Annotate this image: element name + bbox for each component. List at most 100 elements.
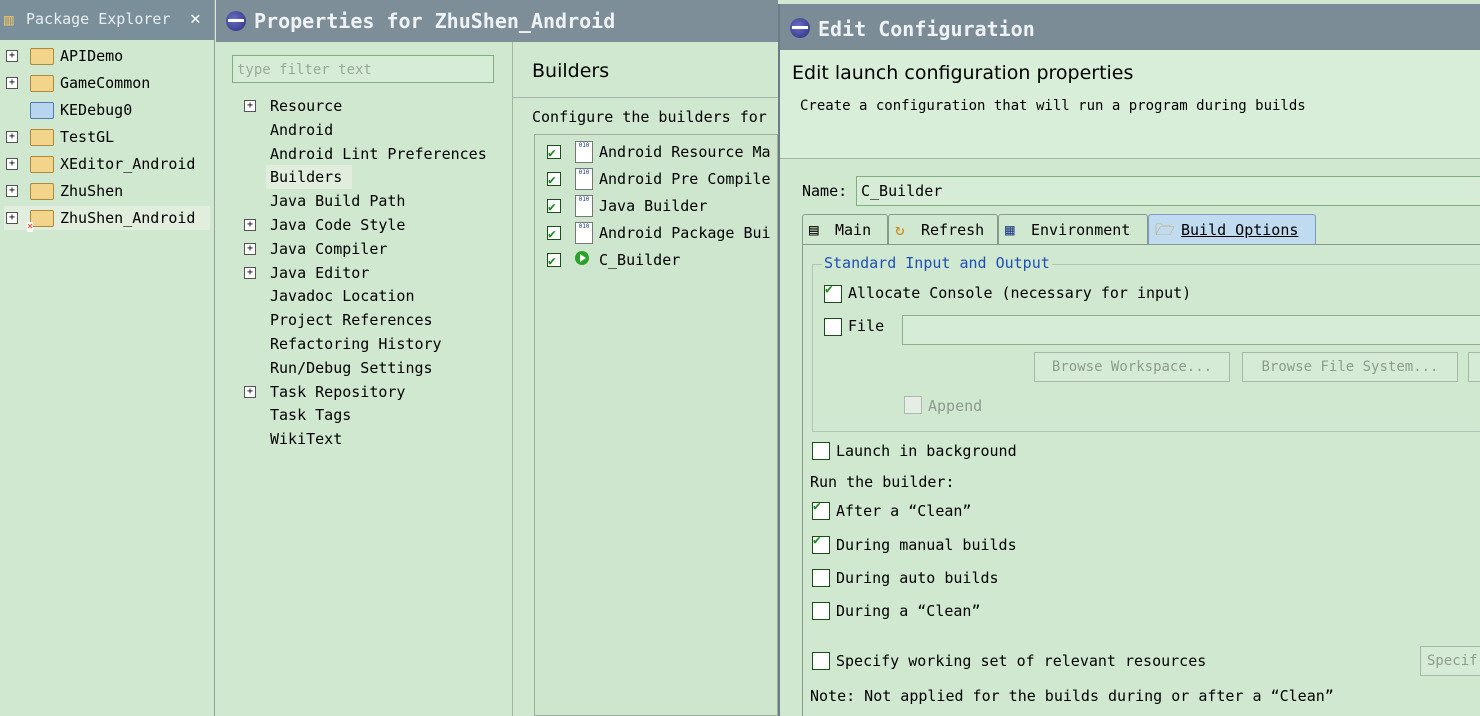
dialog-header: Edit launch configuration properties Cre… xyxy=(780,50,1480,159)
tree-item-zhushen[interactable]: + ZhuShen xyxy=(4,179,212,203)
pane-divider[interactable] xyxy=(512,42,513,716)
tree-item-gamecommon[interactable]: + GameCommon xyxy=(4,71,212,95)
builder-label: C_Builder xyxy=(599,251,681,269)
nav-item-label: Java Compiler xyxy=(270,240,388,258)
append-checkbox[interactable] xyxy=(904,396,922,414)
nav-item-label: Android xyxy=(270,121,334,139)
run-builder-label: Run the builder: xyxy=(810,473,955,491)
builder-row[interactable]: 010 Android Package Bui xyxy=(545,221,775,247)
nav-item-label: Java Build Path xyxy=(270,192,406,210)
properties-dialog: Properties for ZhuShen_Android type filt… xyxy=(216,0,778,716)
project-folder-icon xyxy=(30,75,54,92)
during-clean-checkbox[interactable] xyxy=(812,602,830,620)
expand-icon[interactable]: + xyxy=(244,100,256,112)
expand-icon[interactable]: + xyxy=(6,131,18,143)
expand-icon[interactable]: + xyxy=(6,77,18,89)
nav-item-label: Java Code Style xyxy=(270,216,406,234)
package-explorer-title: Package Explorer xyxy=(26,10,171,28)
working-set-label: Specify working set of relevant resource… xyxy=(836,652,1207,670)
eclipse-icon xyxy=(790,18,810,38)
during-manual-checkbox[interactable] xyxy=(812,533,830,554)
binary-builder-icon: 010 xyxy=(575,195,593,217)
page-title: Builders xyxy=(532,60,610,82)
close-icon[interactable]: ✕ xyxy=(190,8,201,29)
during-auto-label: During auto builds xyxy=(836,569,999,587)
builder-row[interactable]: 010 Android Pre Compile xyxy=(545,167,775,193)
tree-item-label: TestGL xyxy=(60,128,115,146)
builder-row[interactable]: 010 Java Builder xyxy=(545,194,775,220)
binary-builder-icon: 010 xyxy=(575,141,593,163)
browse-workspace-button[interactable]: Browse Workspace... xyxy=(1034,352,1230,382)
expand-icon[interactable]: + xyxy=(6,185,18,197)
file-checkbox[interactable] xyxy=(824,318,842,336)
builder-checkbox[interactable] xyxy=(547,169,561,193)
name-label: Name: xyxy=(802,182,848,200)
name-input[interactable]: C_Builder xyxy=(856,176,1480,206)
nav-item-builders[interactable]: Builders xyxy=(266,165,352,189)
builder-label: Android Package Bui xyxy=(599,224,771,242)
builder-checkbox[interactable] xyxy=(547,250,561,274)
tab-environment[interactable]: ▦ Environment xyxy=(998,214,1148,244)
launch-background-label: Launch in background xyxy=(836,442,1017,460)
browse-filesystem-button[interactable]: Browse File System... xyxy=(1242,352,1458,382)
builder-row[interactable]: 010 Android Resource Ma xyxy=(545,140,775,166)
expand-icon[interactable]: + xyxy=(6,50,18,62)
page-description: Configure the builders for xyxy=(532,108,767,126)
file-input[interactable] xyxy=(902,315,1480,345)
after-clean-checkbox[interactable] xyxy=(812,499,830,520)
tab-main[interactable]: ▤ Main xyxy=(802,214,888,244)
nav-item-label: Run/Debug Settings xyxy=(270,359,433,377)
variables-button[interactable] xyxy=(1468,352,1480,382)
expand-icon[interactable]: + xyxy=(244,386,256,398)
during-manual-label: During manual builds xyxy=(836,536,1017,554)
expand-icon[interactable]: + xyxy=(6,158,18,170)
binary-builder-icon: 010 xyxy=(575,222,593,244)
expand-icon[interactable]: + xyxy=(244,243,256,255)
allocate-console-label: Allocate Console (necessary for input) xyxy=(848,284,1192,302)
nav-item-label: Task Repository xyxy=(270,383,406,401)
properties-title: Properties for ZhuShen_Android xyxy=(254,9,616,33)
expand-icon[interactable]: + xyxy=(244,219,256,231)
builders-list: 010 Android Resource Ma 010 Android Pre … xyxy=(534,134,778,716)
main-tab-icon: ▤ xyxy=(809,220,819,239)
expand-icon[interactable]: + xyxy=(244,267,256,279)
builder-checkbox[interactable] xyxy=(547,142,561,166)
tree-item-xeditor-android[interactable]: + XEditor_Android xyxy=(4,152,212,176)
io-group-label: Standard Input and Output xyxy=(822,254,1052,272)
filter-input[interactable]: type filter text xyxy=(232,55,494,83)
nav-item-label: Android Lint Preferences xyxy=(270,145,487,163)
launch-background-checkbox[interactable] xyxy=(812,442,830,460)
plain-folder-icon xyxy=(30,102,54,119)
builder-checkbox[interactable] xyxy=(547,223,561,247)
tree-item-label: KEDebug0 xyxy=(60,101,133,119)
tab-bar: ▤ Main ↻ Refresh ▦ Environment 🗁 Build O… xyxy=(802,214,1480,244)
tree-item-zhushen-android[interactable]: + ZhuShen_Android xyxy=(4,206,210,232)
tab-label: Refresh xyxy=(921,221,985,239)
tab-label: Environment xyxy=(1031,221,1131,239)
project-error-icon xyxy=(27,210,54,232)
tree-item-kedebug0[interactable]: KEDebug0 xyxy=(4,98,212,122)
tree-item-apidemo[interactable]: + APIDemo xyxy=(4,44,212,68)
tab-build-options[interactable]: 🗁 Build Options xyxy=(1148,214,1316,244)
allocate-console-checkbox[interactable] xyxy=(824,282,842,303)
tab-label: Build Options xyxy=(1181,221,1299,239)
after-clean-label: After a “Clean” xyxy=(836,502,972,520)
binary-builder-icon: 010 xyxy=(575,168,593,190)
builder-row[interactable]: C_Builder xyxy=(545,248,775,274)
nav-item-label: Java Editor xyxy=(270,264,370,282)
expand-icon[interactable]: + xyxy=(6,212,18,224)
edit-config-titlebar: Edit Configuration xyxy=(780,4,1480,50)
note-text: Note: Not applied for the builds during … xyxy=(810,687,1334,705)
during-auto-checkbox[interactable] xyxy=(812,569,830,587)
tab-refresh[interactable]: ↻ Refresh xyxy=(888,214,998,244)
project-folder-icon xyxy=(30,183,54,200)
builder-checkbox[interactable] xyxy=(547,196,561,220)
builder-label: Android Resource Ma xyxy=(599,143,771,161)
nav-item-label: Task Tags xyxy=(270,406,352,424)
environment-icon: ▦ xyxy=(1005,220,1015,239)
open-folder-icon: 🗁 xyxy=(1155,220,1175,239)
working-set-checkbox[interactable] xyxy=(812,652,830,670)
tab-label: Main xyxy=(835,221,872,239)
specify-resources-button[interactable]: Specif xyxy=(1420,646,1480,676)
tree-item-testgl[interactable]: + TestGL xyxy=(4,125,212,149)
